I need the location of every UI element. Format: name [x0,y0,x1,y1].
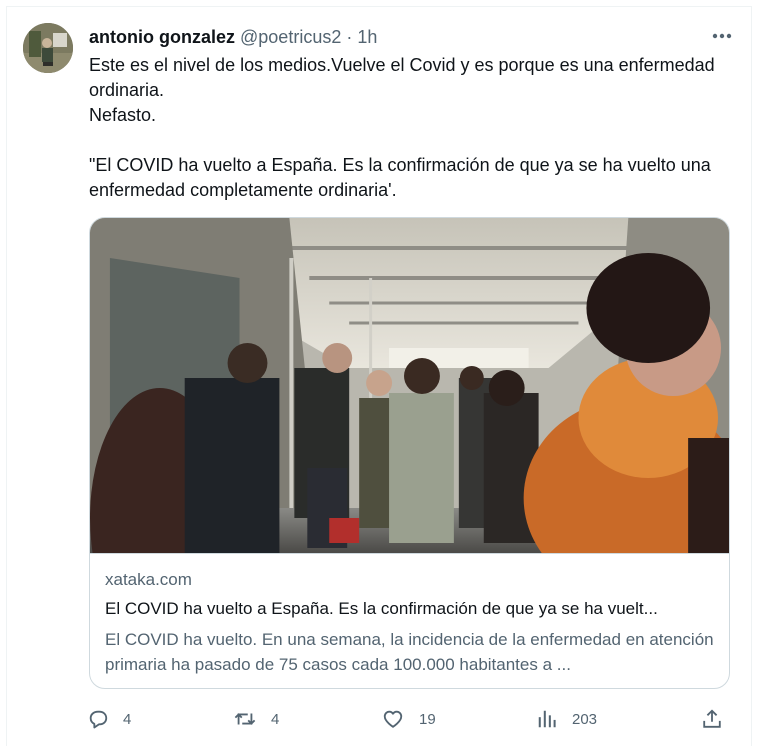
author-avatar[interactable] [23,23,73,73]
retweet-count: 4 [271,710,280,728]
card-description: El COVID ha vuelto. En una semana, la in… [105,630,714,674]
avatar-photo-icon [23,23,73,73]
author-name[interactable]: antonio gonzalez [89,27,235,47]
link-card[interactable]: xataka.com El COVID ha vuelto a España. … [89,217,730,689]
views-button[interactable]: 203 [536,707,597,731]
card-domain: xataka.com [105,570,192,589]
separator-dot: · [346,27,353,47]
tweet-text-line1: Este es el nivel de los medios.Vuelve el… [89,55,715,100]
retweet-icon [234,713,256,725]
reply-count: 4 [123,710,132,728]
analytics-icon [538,710,556,728]
tweet-actions: 4 4 19 203 [87,707,737,731]
tweet-text-quote: "El COVID ha vuelto a España. Es la conf… [89,155,711,200]
reply-button[interactable]: 4 [87,707,131,731]
card-title: El COVID ha vuelto a España. Es la confi… [105,599,658,618]
card-image-icon[interactable] [90,218,729,554]
retweet-button[interactable]: 4 [233,707,279,731]
like-count: 19 [419,710,436,728]
reply-icon [89,710,108,729]
more-button[interactable] [709,25,735,47]
like-button[interactable]: 19 [381,707,436,731]
views-count: 203 [572,710,598,728]
tweet-text-line2: Nefasto. [89,105,157,125]
author-handle[interactable]: @poetricus2 [240,27,341,47]
more-icon [712,33,732,39]
share-icon [703,709,721,728]
share-button[interactable] [701,707,723,731]
tweet-header: antonio gonzalez @poetricus2 · 1h [89,25,377,49]
tweet[interactable]: antonio gonzalez @poetricus2 · 1h Este e… [6,6,752,746]
heart-icon [383,710,403,728]
tweet-text: Este es el nivel de los medios.Vuelve el… [89,53,719,203]
tweet-time[interactable]: 1h [357,27,377,47]
